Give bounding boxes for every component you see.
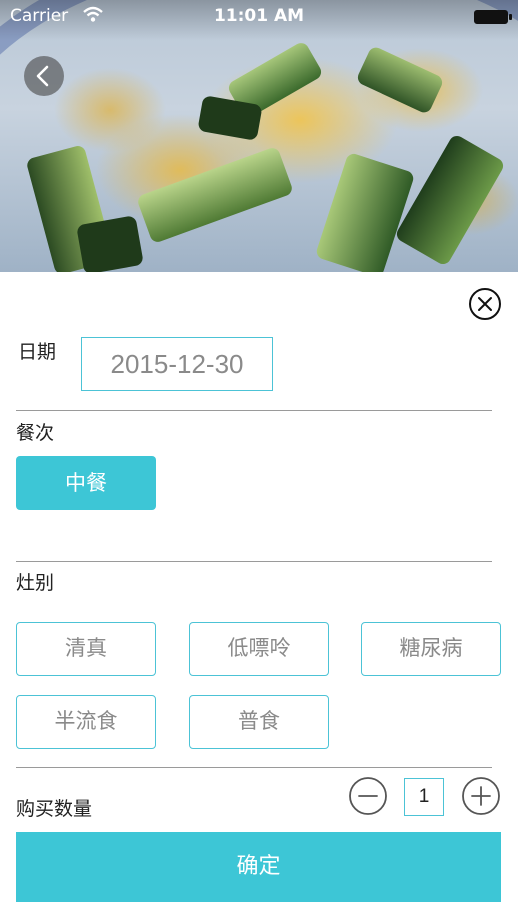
kitchen-option-diabetic[interactable]: 糖尿病: [361, 622, 501, 676]
kitchen-option-semi-liquid[interactable]: 半流食: [16, 695, 156, 749]
hero-food-image: [0, 0, 518, 272]
quantity-decrease-button[interactable]: [348, 776, 388, 816]
minus-circle-icon: [349, 777, 387, 815]
kitchen-option-regular[interactable]: 普食: [189, 695, 329, 749]
meal-option-lunch[interactable]: 中餐: [16, 456, 156, 510]
clock-time: 11:01 AM: [213, 6, 305, 26]
divider: [16, 767, 492, 768]
close-button[interactable]: [468, 287, 502, 321]
back-button[interactable]: [24, 56, 64, 96]
kitchen-option-low-purine[interactable]: 低嘌呤: [189, 622, 329, 676]
chevron-left-icon: [36, 65, 49, 87]
meal-label: 餐次: [16, 422, 55, 444]
battery-icon: [474, 10, 512, 24]
quantity-label: 购买数量: [16, 798, 93, 820]
date-field[interactable]: 2015-12-30: [81, 337, 273, 391]
cucumber-slice: [76, 215, 144, 272]
divider: [16, 561, 492, 562]
date-label: 日期: [18, 341, 57, 363]
confirm-button[interactable]: 确定: [16, 832, 501, 902]
quantity-value[interactable]: 1: [404, 778, 444, 816]
kitchen-label: 灶别: [16, 572, 55, 594]
plus-circle-icon: [462, 777, 500, 815]
kitchen-option-halal[interactable]: 清真: [16, 622, 156, 676]
status-bar: Carrier 11:01 AM: [0, 0, 518, 34]
quantity-increase-button[interactable]: [461, 776, 501, 816]
divider: [16, 410, 492, 411]
close-circle-icon: [469, 288, 501, 320]
